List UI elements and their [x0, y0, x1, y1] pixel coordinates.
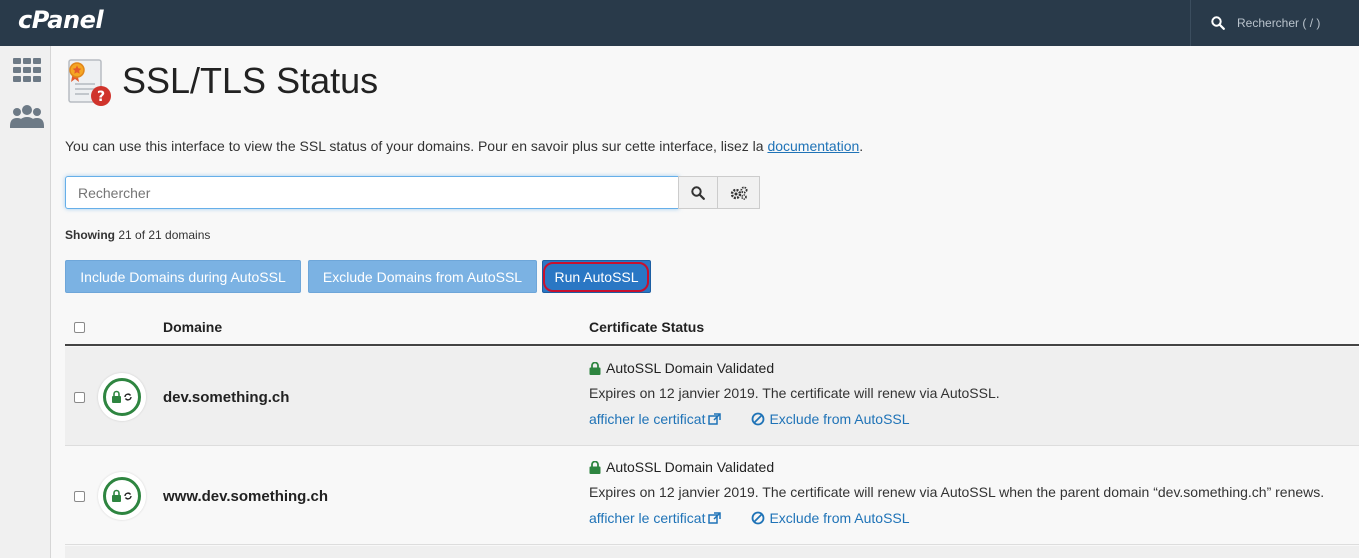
- intro-body: You can use this interface to view the S…: [65, 138, 768, 154]
- domain-name: dev.something.ch: [163, 389, 290, 406]
- column-certificate-status[interactable]: Certificate Status: [589, 319, 704, 335]
- row-actions: afficher le certificat Exclude from Auto…: [589, 411, 910, 427]
- row-checkbox[interactable]: [74, 392, 85, 403]
- results-count-label: Showing: [65, 228, 115, 242]
- cpanel-logo[interactable]: cPanel: [18, 6, 104, 34]
- grid-icon[interactable]: [11, 56, 43, 84]
- table-row: [65, 546, 1359, 558]
- settings-button[interactable]: [717, 176, 760, 209]
- external-link-icon: [708, 413, 722, 425]
- autossl-status-badge: [98, 373, 146, 421]
- search-input[interactable]: [65, 176, 679, 209]
- run-autossl-button[interactable]: Run AutoSSL: [542, 260, 651, 293]
- exclude-from-autossl-link[interactable]: Exclude from AutoSSL: [751, 411, 910, 427]
- autossl-status-badge: [98, 472, 146, 520]
- domain-name: www.dev.something.ch: [163, 488, 329, 505]
- view-certificate-label: afficher le certificat: [589, 411, 706, 427]
- documentation-link[interactable]: documentation: [767, 138, 859, 154]
- results-count-text: 21 of 21 domains: [115, 228, 211, 242]
- lock-icon: [589, 460, 601, 474]
- main-content: ? SSL/TLS Status You can use this interf…: [51, 46, 1359, 558]
- gears-icon: [730, 186, 747, 200]
- status-label: AutoSSL Domain Validated: [606, 459, 775, 475]
- ban-icon: [752, 412, 765, 426]
- exclude-from-autossl-label: Exclude from AutoSSL: [769, 411, 910, 427]
- sidebar: [0, 46, 51, 558]
- exclude-domains-button[interactable]: Exclude Domains from AutoSSL: [308, 260, 537, 293]
- lock-sync-icon: [112, 489, 132, 502]
- lock-icon: [589, 361, 601, 375]
- row-actions: afficher le certificat Exclude from Auto…: [589, 510, 910, 526]
- include-domains-button[interactable]: Include Domains during AutoSSL: [65, 260, 301, 293]
- page-title: SSL/TLS Status: [122, 60, 379, 101]
- ban-icon: [752, 511, 765, 525]
- status-label: AutoSSL Domain Validated: [606, 360, 775, 376]
- exclude-from-autossl-label: Exclude from AutoSSL: [769, 510, 910, 526]
- select-all-checkbox[interactable]: [74, 322, 85, 333]
- search-button[interactable]: [678, 176, 718, 209]
- svg-text:?: ?: [97, 89, 105, 105]
- view-certificate-link[interactable]: afficher le certificat: [589, 510, 722, 526]
- certificate-status: AutoSSL Domain Validated: [589, 360, 774, 376]
- top-bar: cPanel Rechercher ( / ): [0, 0, 1359, 46]
- table-row: dev.something.ch AutoSSL Domain Validate…: [65, 347, 1359, 446]
- search-icon: [1211, 16, 1225, 30]
- intro-text: You can use this interface to view the S…: [65, 138, 863, 154]
- users-icon[interactable]: [9, 104, 44, 132]
- global-search-placeholder: Rechercher ( / ): [1237, 16, 1321, 30]
- view-certificate-link[interactable]: afficher le certificat: [589, 411, 722, 427]
- certificate-status: AutoSSL Domain Validated: [589, 459, 774, 475]
- table-header: Domaine Certificate Status: [65, 314, 1359, 346]
- ssl-certificate-icon: ?: [65, 58, 113, 110]
- exclude-from-autossl-link[interactable]: Exclude from AutoSSL: [751, 510, 910, 526]
- table-row: www.dev.something.ch AutoSSL Domain Vali…: [65, 446, 1359, 545]
- intro-end: .: [859, 138, 864, 154]
- expiry-text: Expires on 12 janvier 2019. The certific…: [589, 484, 1325, 500]
- column-domain[interactable]: Domaine: [163, 319, 222, 335]
- domain-search: [65, 176, 760, 209]
- search-icon: [691, 185, 705, 200]
- lock-sync-icon: [112, 390, 132, 403]
- global-search[interactable]: Rechercher ( / ): [1190, 0, 1359, 46]
- external-link-icon: [708, 512, 722, 524]
- view-certificate-label: afficher le certificat: [589, 510, 706, 526]
- row-checkbox[interactable]: [74, 491, 85, 502]
- expiry-text: Expires on 12 janvier 2019. The certific…: [589, 385, 1000, 401]
- results-count: Showing 21 of 21 domains: [65, 228, 210, 242]
